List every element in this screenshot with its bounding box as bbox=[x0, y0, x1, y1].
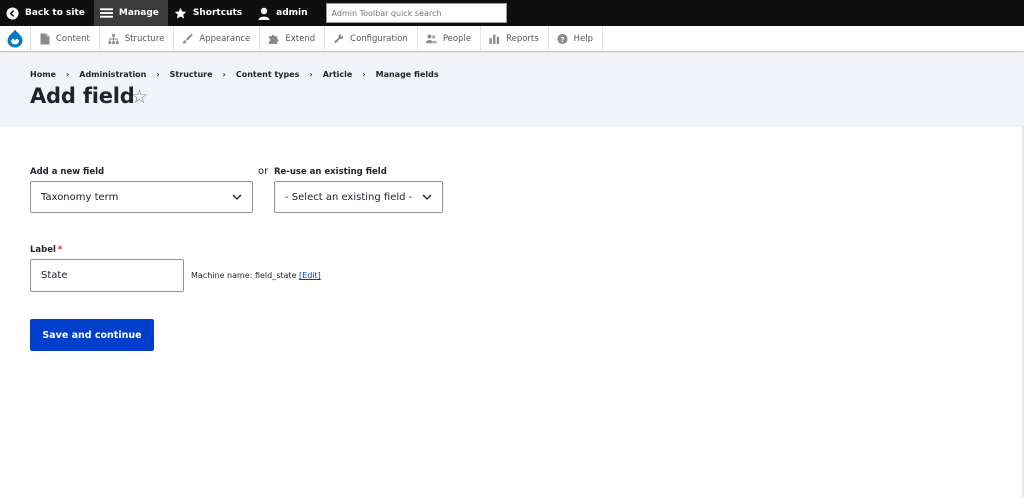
machine-name-text: Machine name: field_state bbox=[191, 271, 297, 280]
shortcut-star-icon[interactable]: ☆ bbox=[131, 86, 148, 108]
tray-item-help-label: Help bbox=[573, 33, 594, 44]
page-header: Home › Administration › Structure › Cont… bbox=[0, 53, 1024, 127]
chevron-down-icon bbox=[422, 194, 432, 200]
people-icon bbox=[425, 33, 437, 44]
tray-item-appearance-label: Appearance bbox=[199, 33, 251, 44]
tray-item-extend[interactable]: Extend bbox=[260, 26, 326, 51]
breadcrumb-manage-fields[interactable]: Manage fields bbox=[376, 70, 439, 79]
machine-name: Machine name: field_state [Edit] bbox=[191, 271, 321, 280]
tray-item-configuration[interactable]: Configuration bbox=[325, 26, 418, 51]
drupal-drop-icon bbox=[7, 29, 23, 48]
hamburger-icon bbox=[99, 7, 113, 20]
breadcrumb-content-types[interactable]: Content types bbox=[236, 70, 300, 79]
save-and-continue-button[interactable]: Save and continue bbox=[30, 319, 154, 351]
back-to-site-link[interactable]: Back to site bbox=[0, 0, 94, 26]
user-label: admin bbox=[276, 8, 308, 18]
page-title: Add field bbox=[30, 84, 135, 108]
chevron-down-icon bbox=[232, 194, 242, 200]
machine-name-edit-link[interactable]: [Edit] bbox=[299, 271, 321, 280]
breadcrumb-structure[interactable]: Structure bbox=[170, 70, 213, 79]
puzzle-icon bbox=[268, 33, 279, 44]
file-icon bbox=[39, 33, 50, 44]
tray-item-content[interactable]: Content bbox=[31, 26, 100, 51]
bar-chart-icon bbox=[489, 33, 500, 44]
wrench-icon bbox=[333, 33, 344, 44]
shortcuts-tab[interactable]: Shortcuts bbox=[168, 0, 251, 26]
tray-item-people[interactable]: People bbox=[418, 26, 482, 51]
breadcrumb-separator: › bbox=[309, 70, 313, 79]
label-field-label: Label * bbox=[30, 245, 62, 255]
breadcrumb-article[interactable]: Article bbox=[323, 70, 353, 79]
drupal-logo[interactable] bbox=[0, 26, 31, 51]
back-to-site-label: Back to site bbox=[25, 8, 85, 18]
breadcrumb-separator: › bbox=[222, 70, 226, 79]
sitemap-icon bbox=[108, 33, 119, 44]
breadcrumb-separator: › bbox=[65, 70, 70, 79]
existing-field-select[interactable]: - Select an existing field - bbox=[274, 181, 443, 213]
tray-item-content-label: Content bbox=[56, 33, 90, 44]
tray-item-help[interactable]: ? Help bbox=[549, 26, 604, 51]
user-icon bbox=[257, 7, 270, 20]
manage-tab[interactable]: Manage bbox=[93, 0, 168, 26]
admin-menu-tray: Content Structure Appearance Extend Conf… bbox=[0, 26, 1024, 52]
tray-item-extend-label: Extend bbox=[285, 33, 316, 44]
label-input-value: State bbox=[41, 270, 68, 281]
user-tab[interactable]: admin bbox=[251, 0, 316, 26]
tray-item-configuration-label: Configuration bbox=[350, 33, 408, 44]
svg-text:?: ? bbox=[560, 34, 564, 43]
required-marker: * bbox=[57, 245, 63, 255]
add-new-field-label: Add a new field bbox=[30, 167, 105, 177]
help-icon: ? bbox=[557, 33, 568, 44]
star-icon bbox=[174, 7, 187, 20]
label-input[interactable]: State bbox=[30, 259, 184, 292]
breadcrumb-administration[interactable]: Administration bbox=[79, 70, 146, 79]
breadcrumb-separator: › bbox=[156, 70, 160, 79]
new-field-type-select[interactable]: Taxonomy term bbox=[30, 181, 253, 213]
tray-item-structure-label: Structure bbox=[124, 33, 165, 44]
tray-item-appearance[interactable]: Appearance bbox=[174, 26, 261, 51]
breadcrumb-separator: › bbox=[362, 70, 366, 79]
tray-item-reports-label: Reports bbox=[506, 33, 539, 44]
admin-toolbar-search-input[interactable] bbox=[325, 3, 507, 23]
back-arrow-icon bbox=[6, 7, 19, 20]
new-field-type-value: Taxonomy term bbox=[41, 191, 119, 203]
paintbrush-icon bbox=[182, 33, 194, 44]
manage-label: Manage bbox=[118, 8, 159, 18]
admin-toolbar: Back to site Manage Shortcuts admin bbox=[0, 0, 1024, 26]
existing-field-value: - Select an existing field - bbox=[285, 191, 413, 203]
label-field-text: Label bbox=[30, 245, 56, 255]
or-text: or bbox=[258, 166, 269, 177]
breadcrumb: Home › Administration › Structure › Cont… bbox=[30, 70, 439, 79]
breadcrumb-home[interactable]: Home bbox=[30, 70, 56, 79]
shortcuts-label: Shortcuts bbox=[192, 8, 243, 18]
tray-item-people-label: People bbox=[442, 33, 472, 44]
reuse-existing-field-label: Re-use an existing field bbox=[274, 167, 387, 177]
tray-item-reports[interactable]: Reports bbox=[481, 26, 549, 51]
tray-item-structure[interactable]: Structure bbox=[100, 26, 175, 51]
